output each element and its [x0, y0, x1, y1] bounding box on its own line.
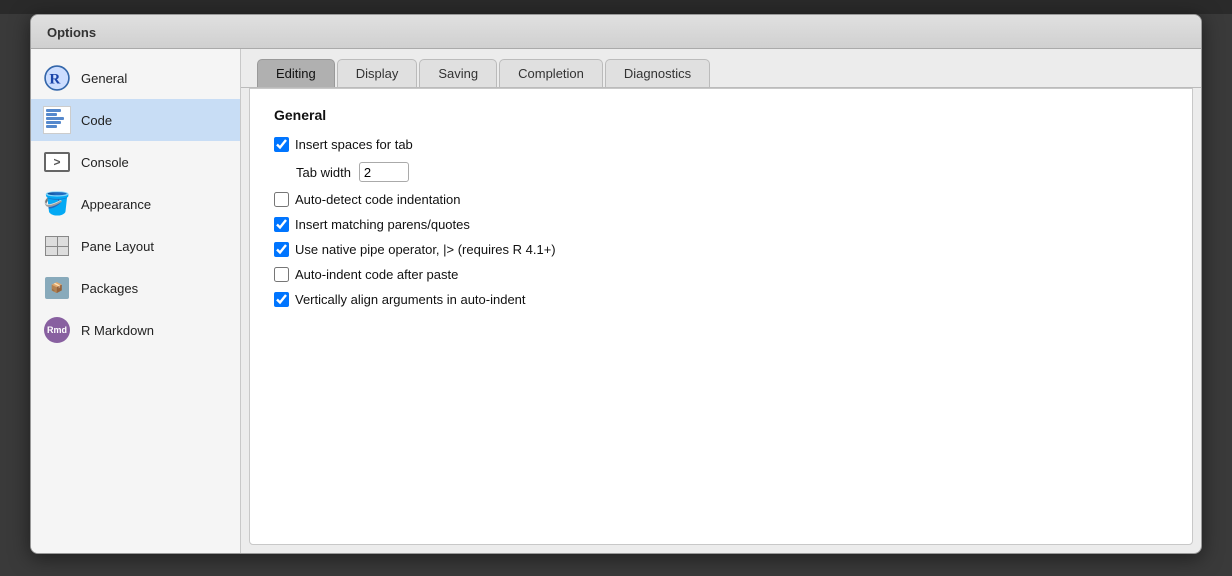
option-row-vertically-align: Vertically align arguments in auto-inden…	[274, 292, 1168, 307]
option-row-insert-matching-parens: Insert matching parens/quotes	[274, 217, 1168, 232]
tab-width-row: Tab width	[296, 162, 1168, 182]
code-doc-icon	[43, 106, 71, 134]
sidebar-code-label: Code	[81, 113, 112, 128]
vertically-align-label: Vertically align arguments in auto-inden…	[295, 292, 526, 307]
native-pipe-label: Use native pipe operator, |> (requires R…	[295, 242, 556, 257]
content-area: General Insert spaces for tab Tab width …	[249, 88, 1193, 545]
native-pipe-checkbox[interactable]	[274, 242, 289, 257]
main-content: Editing Display Saving Completion Diagno…	[241, 49, 1201, 553]
auto-detect-indent-label: Auto-detect code indentation	[295, 192, 461, 207]
sidebar-packages-label: Packages	[81, 281, 138, 296]
sidebar-appearance-label: Appearance	[81, 197, 151, 212]
sidebar-item-pane-layout[interactable]: Pane Layout	[31, 225, 240, 267]
paint-bucket-icon: 🪣	[43, 190, 71, 218]
tab-diagnostics[interactable]: Diagnostics	[605, 59, 710, 87]
dialog-body: R General Code	[31, 49, 1201, 553]
tab-saving[interactable]: Saving	[419, 59, 497, 87]
sidebar-pane-layout-label: Pane Layout	[81, 239, 154, 254]
dialog-title: Options	[47, 25, 96, 40]
packages-icon: 📦	[43, 274, 71, 302]
pane-grid-icon	[43, 232, 71, 260]
insert-matching-parens-label: Insert matching parens/quotes	[295, 217, 470, 232]
dialog-title-bar: Options	[31, 15, 1201, 49]
sidebar-item-r-markdown[interactable]: Rmd R Markdown	[31, 309, 240, 351]
tab-display[interactable]: Display	[337, 59, 418, 87]
option-row-auto-detect-indent: Auto-detect code indentation	[274, 192, 1168, 207]
rmd-badge-icon: Rmd	[43, 316, 71, 344]
auto-indent-paste-label: Auto-indent code after paste	[295, 267, 458, 282]
auto-detect-indent-checkbox[interactable]	[274, 192, 289, 207]
auto-indent-paste-checkbox[interactable]	[274, 267, 289, 282]
option-row-auto-indent-paste: Auto-indent code after paste	[274, 267, 1168, 282]
tab-width-label: Tab width	[296, 165, 351, 180]
sidebar-general-label: General	[81, 71, 127, 86]
sidebar-console-label: Console	[81, 155, 129, 170]
console-icon: >	[43, 148, 71, 176]
option-row-insert-spaces-tab: Insert spaces for tab	[274, 137, 1168, 152]
tab-completion[interactable]: Completion	[499, 59, 603, 87]
sidebar-r-markdown-label: R Markdown	[81, 323, 154, 338]
general-section-title: General	[274, 107, 1168, 123]
tab-width-input[interactable]	[359, 162, 409, 182]
insert-spaces-tab-label: Insert spaces for tab	[295, 137, 413, 152]
sidebar: R General Code	[31, 49, 241, 553]
sidebar-item-packages[interactable]: 📦 Packages	[31, 267, 240, 309]
vertically-align-checkbox[interactable]	[274, 292, 289, 307]
option-row-native-pipe: Use native pipe operator, |> (requires R…	[274, 242, 1168, 257]
sidebar-item-code[interactable]: Code	[31, 99, 240, 141]
options-dialog: Options R General	[30, 14, 1202, 554]
insert-spaces-tab-checkbox[interactable]	[274, 137, 289, 152]
tabs-bar: Editing Display Saving Completion Diagno…	[241, 49, 1201, 88]
r-logo-icon: R	[43, 64, 71, 92]
insert-matching-parens-checkbox[interactable]	[274, 217, 289, 232]
tab-editing[interactable]: Editing	[257, 59, 335, 87]
sidebar-item-console[interactable]: > Console	[31, 141, 240, 183]
svg-text:R: R	[49, 70, 61, 87]
sidebar-item-appearance[interactable]: 🪣 Appearance	[31, 183, 240, 225]
sidebar-item-general[interactable]: R General	[31, 57, 240, 99]
